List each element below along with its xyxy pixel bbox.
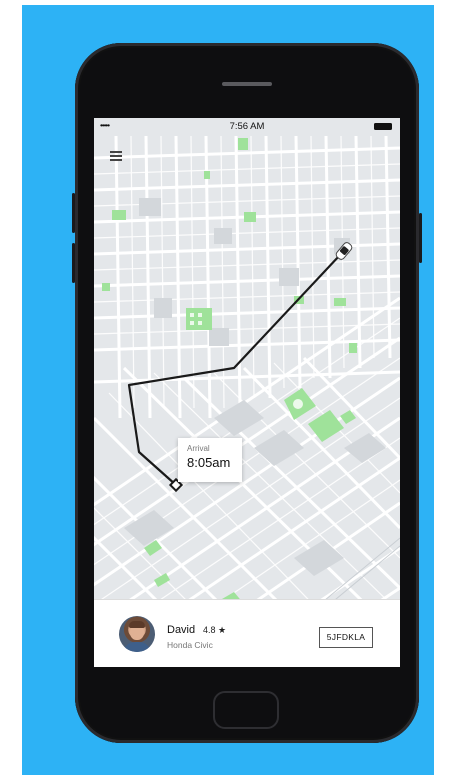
map[interactable] — [94, 118, 400, 667]
volume-button — [72, 243, 75, 283]
driver-avatar — [119, 616, 155, 652]
volume-button — [72, 193, 75, 233]
power-button — [419, 213, 422, 263]
arrival-card: Arrival 8:05am — [178, 438, 242, 482]
driver-name: David — [167, 624, 196, 636]
phone-frame: ••••• 7:56 AM Arrival 8:05am David 4.8 ★… — [72, 43, 422, 743]
menu-icon[interactable] — [110, 151, 122, 162]
driver-card[interactable]: David 4.8 ★ Honda Civic 5JFDKLA — [94, 599, 400, 667]
driver-car: Honda Civic — [167, 640, 213, 650]
app-screen: ••••• 7:56 AM Arrival 8:05am David 4.8 ★… — [94, 118, 400, 667]
arrival-time: 8:05am — [187, 455, 231, 470]
home-button[interactable] — [213, 691, 279, 729]
status-time: 7:56 AM — [229, 121, 265, 132]
arrival-label: Arrival — [187, 444, 210, 453]
battery-icon — [374, 123, 392, 130]
status-bar: ••••• 7:56 AM — [94, 118, 400, 136]
driver-rating: 4.8 ★ — [203, 625, 227, 635]
license-plate: 5JFDKLA — [319, 627, 373, 648]
phone-speaker — [222, 82, 272, 86]
